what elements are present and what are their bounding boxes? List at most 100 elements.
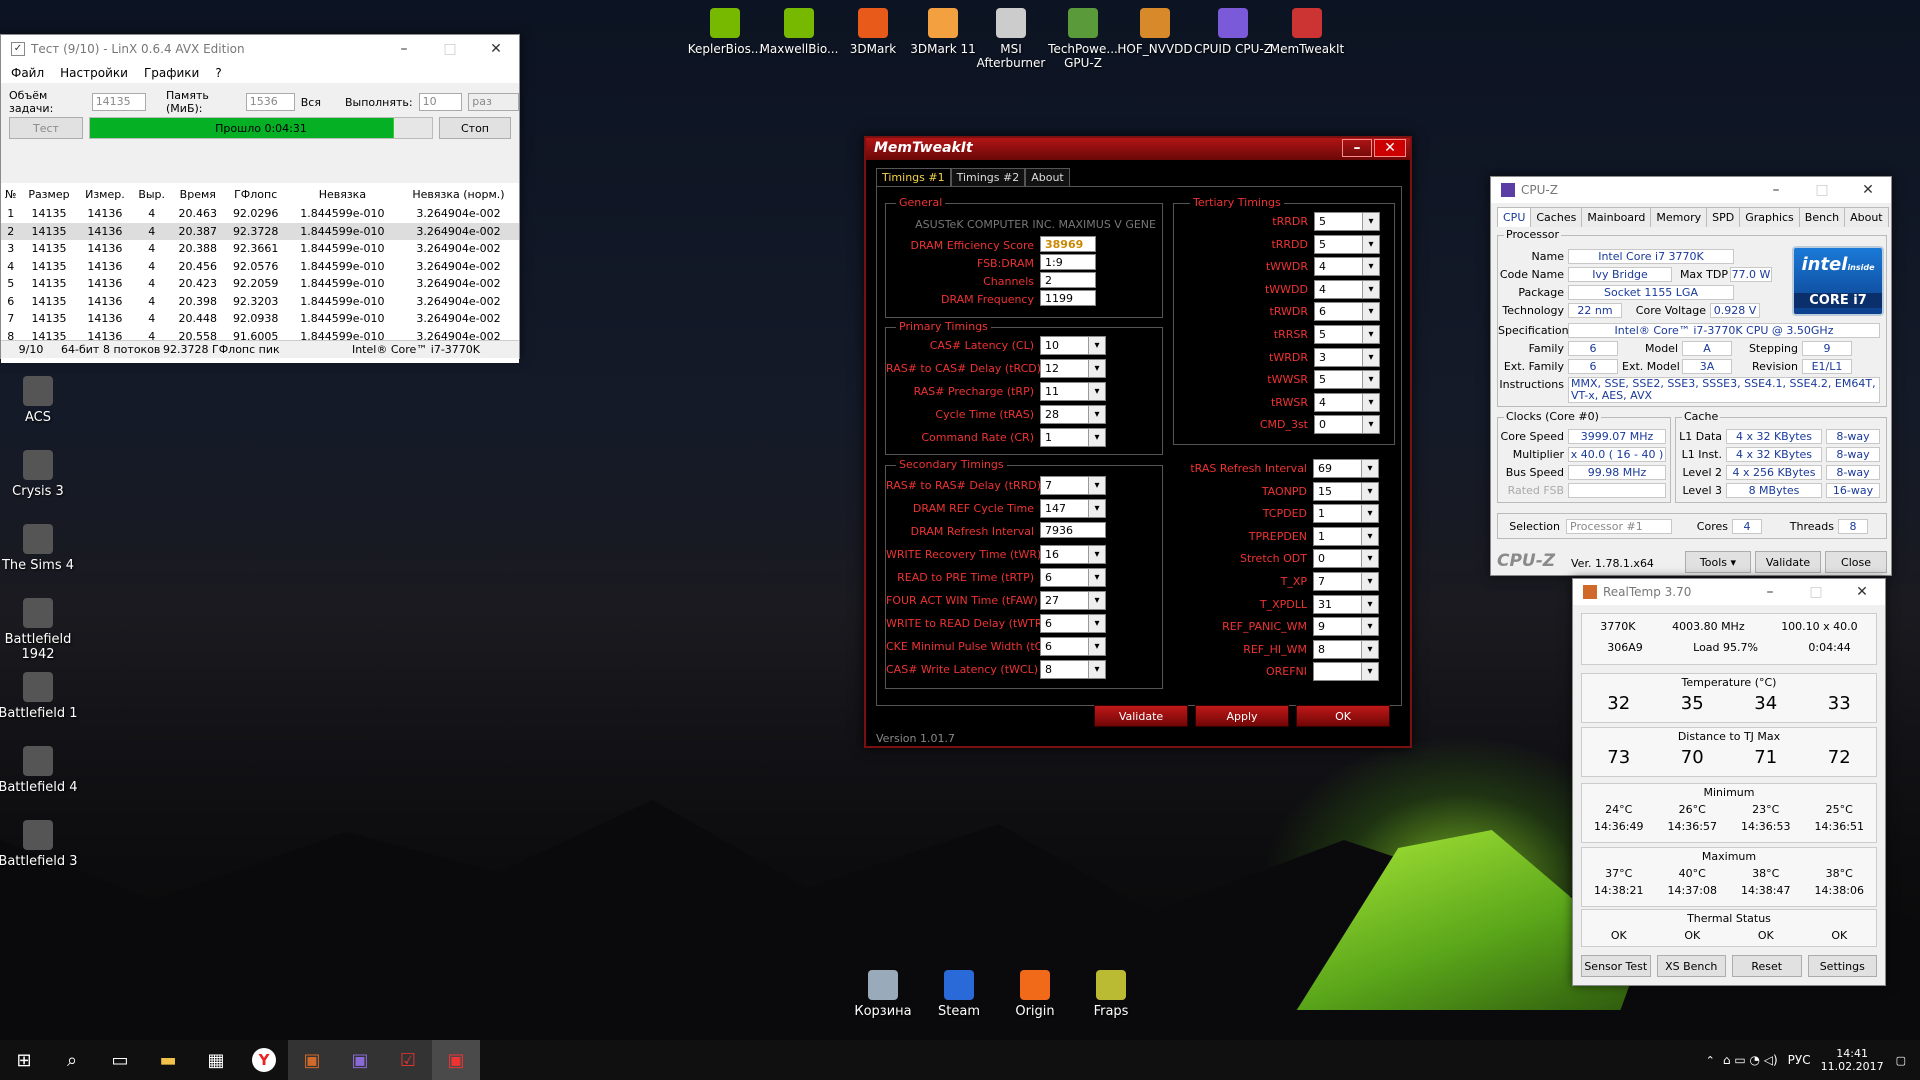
tab-bench[interactable]: Bench: [1798, 207, 1846, 227]
stop-button[interactable]: Стоп: [439, 117, 511, 139]
timing-value[interactable]: 0: [1314, 415, 1380, 435]
tab-about[interactable]: About: [1025, 168, 1070, 186]
timing-value[interactable]: 4: [1314, 279, 1380, 299]
tab-memory[interactable]: Memory: [1650, 207, 1708, 227]
table-row[interactable]: 7 14135 14136 4 20.448 92.0938 1.844599e-010 3.…: [1, 310, 519, 328]
table-row[interactable]: 5 14135 14136 4 20.423 92.2059 1.844599e-010 3.…: [1, 275, 519, 293]
selection-select[interactable]: Processor #1: [1566, 519, 1672, 534]
linx-taskbar-icon[interactable]: ☑: [384, 1040, 432, 1080]
store-icon[interactable]: ▦: [192, 1040, 240, 1080]
table-row[interactable]: 3 14135 14136 4 20.388 92.3661 1.844599e-010 3.…: [1, 240, 519, 258]
minimize-button[interactable]: –: [1342, 139, 1372, 157]
menu-settings[interactable]: Настройки: [60, 66, 128, 80]
tab-about[interactable]: About: [1844, 207, 1889, 227]
timing-value[interactable]: 6: [1040, 614, 1106, 633]
timing-value[interactable]: 0: [1313, 549, 1379, 569]
timing-value[interactable]: 5: [1314, 212, 1380, 231]
tab-mainboard[interactable]: Mainboard: [1581, 207, 1652, 227]
close-app-button[interactable]: Close: [1825, 551, 1887, 573]
menu-file[interactable]: Файл: [11, 66, 44, 80]
desktop-icon-battlefield-1942[interactable]: Battlefield 1942: [0, 598, 86, 662]
timing-value[interactable]: 7: [1313, 572, 1379, 591]
tray-chevron-icon[interactable]: ⌃: [1706, 1054, 1715, 1067]
column-header[interactable]: Измер.: [77, 183, 132, 205]
maximize-button[interactable]: □: [1799, 175, 1845, 205]
timing-value[interactable]: 2: [1040, 272, 1096, 288]
run-select[interactable]: 10: [418, 93, 463, 111]
desktop-icon-bottom-2[interactable]: Origin: [1000, 970, 1070, 1019]
close-button[interactable]: ✕: [473, 34, 519, 64]
file-explorer-icon[interactable]: ▬: [144, 1040, 192, 1080]
timing-value[interactable]: 1:9: [1040, 254, 1096, 270]
tools-button[interactable]: Tools ▾: [1685, 551, 1751, 573]
times-select[interactable]: раз: [468, 93, 519, 111]
column-header[interactable]: Невязка (норм.): [398, 183, 519, 205]
tab-spd[interactable]: SPD: [1706, 207, 1741, 227]
desktop-icon-8[interactable]: MemTweakIt: [1264, 8, 1350, 56]
yandex-browser-icon[interactable]: Y: [240, 1040, 288, 1080]
close-button[interactable]: ✕: [1839, 577, 1885, 607]
minimize-button[interactable]: –: [1753, 175, 1799, 205]
desktop-icon-battlefield-1[interactable]: Battlefield 1: [0, 672, 86, 721]
timing-value[interactable]: 3: [1314, 347, 1380, 367]
task-view-icon[interactable]: ▭: [96, 1040, 144, 1080]
table-row[interactable]: 6 14135 14136 4 20.398 92.3203 1.844599e-010 3.…: [1, 293, 519, 311]
timing-value[interactable]: 6: [1314, 302, 1380, 322]
tray-icons[interactable]: ⌂ ▭ ◔ ◁): [1723, 1053, 1778, 1067]
column-header[interactable]: №: [1, 183, 20, 205]
test-button[interactable]: Тест: [9, 117, 83, 139]
timing-value[interactable]: 69: [1313, 459, 1379, 478]
cpuz-taskbar-icon[interactable]: ▣: [336, 1040, 384, 1080]
desktop-icon-bottom-3[interactable]: Fraps: [1076, 970, 1146, 1019]
language-indicator[interactable]: РУС: [1788, 1053, 1811, 1067]
column-header[interactable]: Время: [171, 183, 225, 205]
tab-caches[interactable]: Caches: [1530, 207, 1583, 227]
table-row[interactable]: 2 14135 14136 4 20.387 92.3728 1.844599e-010 3.…: [1, 222, 519, 240]
clock[interactable]: 14:41 11.02.2017: [1821, 1047, 1884, 1073]
realtemp-taskbar-icon[interactable]: ▣: [288, 1040, 336, 1080]
column-header[interactable]: Невязка: [287, 183, 398, 205]
settings-button[interactable]: Settings: [1807, 955, 1877, 977]
xs-bench-button[interactable]: XS Bench: [1656, 955, 1726, 977]
timing-value[interactable]: 27: [1040, 591, 1106, 610]
table-row[interactable]: 1 14135 14136 4 20.463 92.0296 1.844599e-010 3.…: [1, 205, 519, 223]
timing-value[interactable]: 147: [1040, 499, 1106, 518]
timing-value[interactable]: 7: [1040, 476, 1106, 495]
column-header[interactable]: ГФлопс: [225, 183, 287, 205]
timing-value[interactable]: 1199 MHz: [1040, 290, 1096, 318]
timing-value[interactable]: [1313, 662, 1379, 682]
timing-value[interactable]: 8: [1040, 660, 1106, 679]
timing-value[interactable]: 5: [1314, 370, 1380, 390]
timing-value[interactable]: 38969: [1040, 236, 1096, 252]
validate-button[interactable]: Validate: [1755, 551, 1821, 573]
timing-value[interactable]: 5: [1314, 234, 1380, 254]
timing-value[interactable]: 6: [1040, 637, 1106, 656]
sensor-test-button[interactable]: Sensor Test: [1581, 955, 1651, 977]
validate-button[interactable]: Validate: [1094, 705, 1188, 727]
menu-graphs[interactable]: Графики: [144, 66, 199, 80]
timing-value[interactable]: 6: [1040, 568, 1106, 587]
tab-timings-2[interactable]: Timings #2: [950, 168, 1026, 186]
tab-timings-1[interactable]: Timings #1: [876, 168, 951, 186]
timing-value[interactable]: 1: [1313, 504, 1379, 524]
minimize-button[interactable]: –: [381, 34, 427, 64]
close-button[interactable]: ✕: [1845, 175, 1891, 205]
table-row[interactable]: 4 14135 14136 4 20.456 92.0576 1.844599e-010 3.…: [1, 258, 519, 276]
minimize-button[interactable]: –: [1747, 577, 1793, 607]
desktop-icon-battlefield-4[interactable]: Battlefield 4: [0, 746, 86, 795]
timing-value[interactable]: 1: [1313, 526, 1379, 546]
timing-value[interactable]: 31: [1313, 594, 1379, 614]
timing-value[interactable]: 7936: [1040, 522, 1106, 538]
column-header[interactable]: Выр.: [132, 183, 171, 205]
desktop-icon-the-sims-4[interactable]: The Sims 4: [0, 524, 86, 573]
desktop-icon-bottom-1[interactable]: Steam: [924, 970, 994, 1019]
desktop-icon-crysis-3[interactable]: Crysis 3: [0, 450, 86, 499]
maximize-button[interactable]: □: [1793, 577, 1839, 607]
timing-value[interactable]: 28: [1040, 405, 1106, 424]
timing-value[interactable]: 5: [1314, 325, 1380, 344]
ok-button[interactable]: OK: [1296, 705, 1390, 727]
timing-value[interactable]: 15: [1313, 481, 1379, 501]
apply-button[interactable]: Apply: [1195, 705, 1289, 727]
timing-value[interactable]: 4: [1314, 257, 1380, 277]
timing-value[interactable]: 9: [1313, 617, 1379, 637]
